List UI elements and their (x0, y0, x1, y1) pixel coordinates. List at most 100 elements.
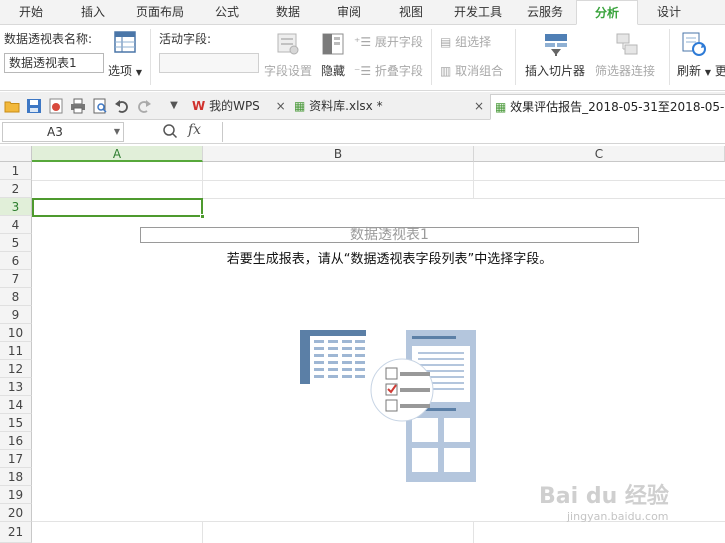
collapse-field-label: 折叠字段 (374, 64, 423, 78)
field-settings-icon[interactable] (276, 32, 300, 56)
pivot-name-input[interactable]: 数据透视表1 (4, 53, 104, 73)
expand-icon: ⁺☰ (354, 35, 372, 49)
name-box[interactable]: A3 ▼ (2, 122, 124, 142)
row-header-17[interactable]: 17 (0, 450, 32, 468)
row-header-11[interactable]: 11 (0, 342, 32, 360)
tab-formulas[interactable]: 公式 (196, 0, 258, 25)
chevron-down-icon[interactable]: ▼ (114, 123, 120, 141)
refresh-icon[interactable] (681, 31, 707, 57)
row-header-6[interactable]: 6 (0, 252, 32, 270)
column-header-b[interactable]: B (203, 146, 474, 162)
field-settings-button[interactable]: 字段设置 (264, 62, 312, 79)
grid-line (473, 162, 474, 198)
expand-field-button[interactable]: ⁺☰ 展开字段 (354, 33, 423, 50)
tab-data[interactable]: 数据 (258, 0, 318, 25)
menu-tab-bar: 开始 插入 页面布局 公式 数据 审阅 视图 开发工具 云服务 分析 设计 (0, 0, 725, 25)
doc-tab-ziliaoku[interactable]: ▦ 资料库.xlsx * (292, 94, 486, 120)
fx-function-icon[interactable]: fx (188, 122, 201, 138)
wps-logo-icon: W (192, 99, 206, 113)
pivot-options-icon[interactable] (114, 31, 136, 53)
expand-field-label: 展开字段 (374, 35, 423, 49)
formula-input[interactable] (222, 122, 725, 142)
row-header-16[interactable]: 16 (0, 432, 32, 450)
hide-icon[interactable] (321, 32, 345, 56)
options-button-label: 选项 (108, 64, 133, 78)
tab-developer[interactable]: 开发工具 (442, 0, 514, 25)
ungroup-button[interactable]: ▥ 取消组合 (440, 62, 503, 79)
zoom-search-icon[interactable] (162, 123, 178, 139)
refresh-label: 刷新 (677, 64, 702, 78)
close-icon[interactable]: × (474, 94, 486, 120)
filter-connection-icon[interactable] (614, 31, 640, 57)
close-icon[interactable]: × (276, 99, 286, 113)
selected-cell-a3[interactable] (32, 198, 205, 219)
column-header-a[interactable]: A (32, 146, 203, 162)
filter-connection-button[interactable]: 筛选器连接 (595, 62, 655, 79)
watermark-url: jingyan.baidu.com (567, 510, 669, 523)
tab-page-layout[interactable]: 页面布局 (124, 0, 196, 25)
group-icon: ▤ (440, 35, 452, 49)
refresh-button[interactable]: 刷新 ▼ 更 (677, 62, 725, 79)
row-header-14[interactable]: 14 (0, 396, 32, 414)
row-header-1[interactable]: 1 (0, 162, 32, 180)
insert-slicer-icon[interactable] (543, 31, 569, 57)
row-header-10[interactable]: 10 (0, 324, 32, 342)
ribbon-divider (669, 29, 670, 85)
open-folder-icon[interactable] (4, 98, 20, 114)
group-select-label: 组选择 (455, 35, 492, 49)
group-select-button[interactable]: ▤ 组选择 (440, 33, 491, 50)
hide-button[interactable]: 隐藏 (321, 62, 345, 79)
doc-tab-report[interactable]: ▦ 效果评估报告_2018-05-31至2018-05-3 (490, 94, 725, 120)
row-header-2[interactable]: 2 (0, 180, 32, 198)
doc-tab-mywps[interactable]: W 我的WPS × (188, 94, 290, 120)
insert-slicer-button[interactable]: 插入切片器 (525, 62, 585, 79)
row-header-3[interactable]: 3 (0, 198, 32, 216)
select-all-corner[interactable] (0, 146, 32, 162)
customize-toolbar-dropdown-icon[interactable]: ▼ (166, 98, 182, 114)
fill-handle[interactable] (200, 214, 205, 219)
tab-cloud-service[interactable]: 云服务 (514, 0, 576, 25)
row-header-18[interactable]: 18 (0, 468, 32, 486)
column-header-c[interactable]: C (474, 146, 725, 162)
pivot-table-illustration (300, 328, 478, 484)
row-header-15[interactable]: 15 (0, 414, 32, 432)
row-header-8[interactable]: 8 (0, 288, 32, 306)
row-header-7[interactable]: 7 (0, 270, 32, 288)
doc-tab-label: 我的WPS (209, 99, 260, 113)
pivot-table-title[interactable]: 数据透视表1 (140, 227, 639, 243)
row-header-20[interactable]: 20 (0, 504, 32, 522)
row-header-19[interactable]: 19 (0, 486, 32, 504)
row-header-4[interactable]: 4 (0, 216, 32, 234)
tab-review[interactable]: 审阅 (318, 0, 380, 25)
pivot-name-label: 数据透视表名称: (4, 32, 93, 46)
grid-line (202, 162, 203, 198)
row-header-9[interactable]: 9 (0, 306, 32, 324)
print-icon[interactable] (70, 98, 86, 114)
tab-analyze[interactable]: 分析 (576, 0, 638, 25)
active-field-input[interactable] (159, 53, 259, 73)
ungroup-label: 取消组合 (455, 64, 504, 78)
document-tab-bar: ▼ W 我的WPS × ▦ 资料库.xlsx * × ▦ 效果评估报告_2018… (0, 92, 725, 120)
redo-icon[interactable] (136, 98, 152, 114)
tab-view[interactable]: 视图 (380, 0, 442, 25)
options-button[interactable]: 选项 ▼ (108, 62, 142, 79)
baidu-jingyan-watermark: Bai du 经验 jingyan.baidu.com (539, 478, 689, 530)
export-pdf-icon[interactable] (48, 98, 64, 114)
collapse-field-button[interactable]: ⁻☰ 折叠字段 (354, 62, 423, 79)
row-header-13[interactable]: 13 (0, 378, 32, 396)
collapse-icon: ⁻☰ (354, 64, 372, 78)
grid-line (32, 180, 725, 181)
spreadsheet-file-icon: ▦ (495, 100, 507, 114)
print-preview-icon[interactable] (92, 98, 108, 114)
row-header-12[interactable]: 12 (0, 360, 32, 378)
tab-design[interactable]: 设计 (638, 0, 700, 25)
tab-start[interactable]: 开始 (0, 0, 62, 25)
save-icon[interactable] (26, 98, 42, 114)
more-label: 更 (714, 64, 725, 78)
tab-insert[interactable]: 插入 (62, 0, 124, 25)
ungroup-icon: ▥ (440, 64, 452, 78)
row-header-21[interactable]: 21 (0, 522, 32, 543)
pivot-table-hint: 若要生成报表，请从“数据透视表字段列表”中选择字段。 (226, 252, 553, 267)
row-header-5[interactable]: 5 (0, 234, 32, 252)
undo-icon[interactable] (114, 98, 130, 114)
